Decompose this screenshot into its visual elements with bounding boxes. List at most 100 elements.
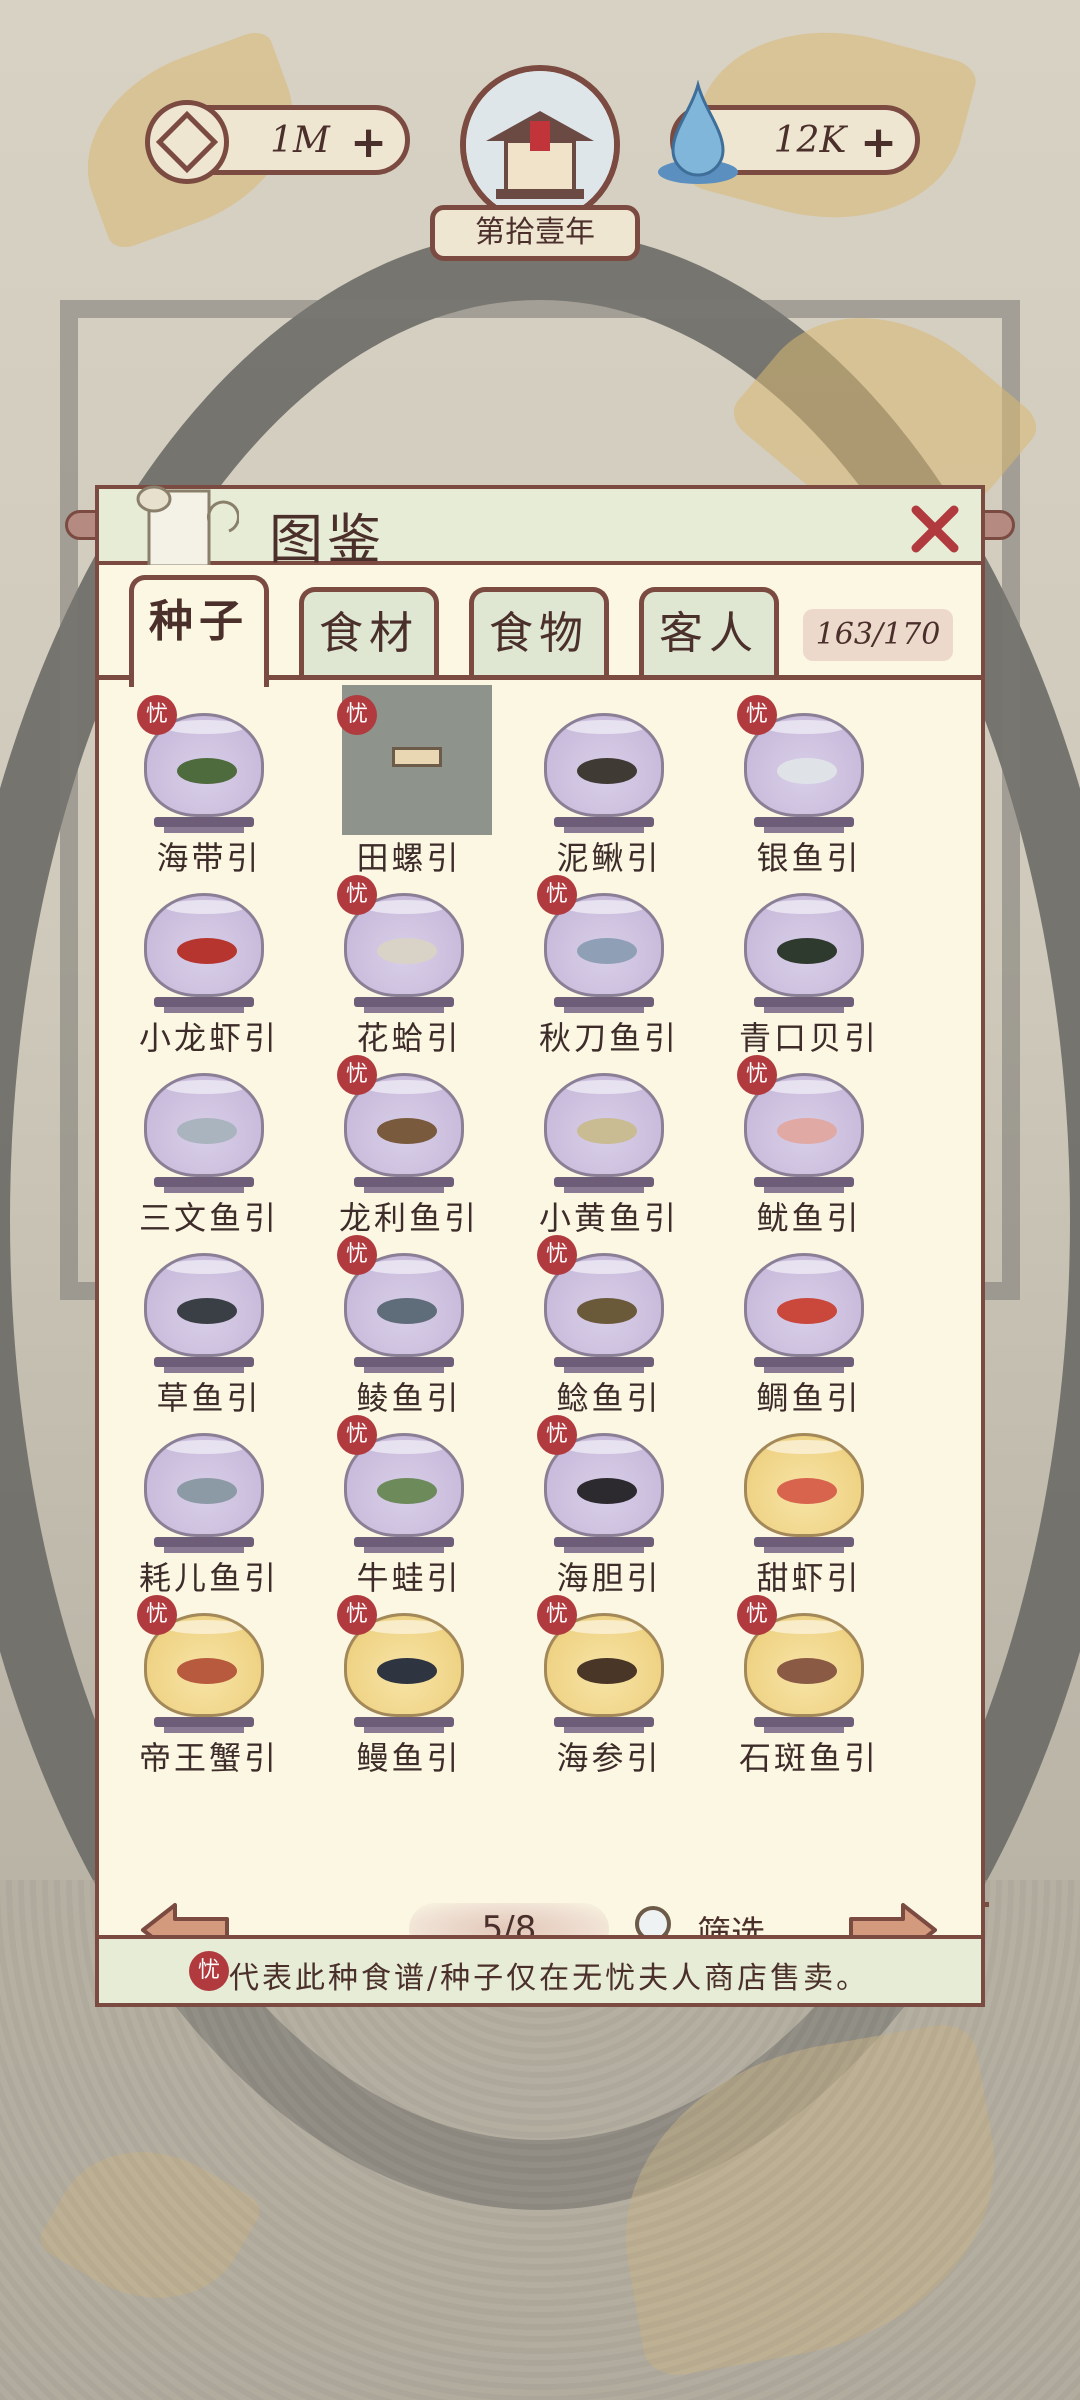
grid-item[interactable]: 三文鱼引 <box>109 1055 309 1237</box>
grid-item[interactable]: 忧田螺引 <box>309 685 509 877</box>
bullfrog-icon <box>377 1478 437 1504</box>
grid-item[interactable]: 甜虾引 <box>709 1415 909 1597</box>
item-label: 鲶鱼引 <box>556 1379 662 1417</box>
item-label: 小龙虾引 <box>138 1019 279 1057</box>
item-label: 泥鳅引 <box>556 839 662 877</box>
exclusive-badge-icon: 忧 <box>537 1415 577 1455</box>
bowl-rim <box>565 900 645 914</box>
grid-item[interactable]: 忧鳗鱼引 <box>309 1595 509 1777</box>
house-icon[interactable] <box>460 65 620 225</box>
bowl-stand <box>554 997 654 1013</box>
fish-bowl <box>144 1433 264 1537</box>
grid-item[interactable]: 小黄鱼引 <box>509 1055 709 1237</box>
bowl-stand <box>154 1177 254 1193</box>
scroll-icon <box>136 485 239 568</box>
kelp-icon <box>177 758 237 784</box>
fish-bowl <box>144 893 264 997</box>
bowl-stand <box>754 1537 854 1553</box>
exclusive-badge-icon: 忧 <box>189 1951 229 1991</box>
grid-item[interactable]: 忧牛蛙引 <box>309 1415 509 1597</box>
bowl-stand <box>154 1717 254 1733</box>
exclusive-badge-icon: 忧 <box>537 875 577 915</box>
bowl-stand <box>154 1357 254 1373</box>
grid-item[interactable]: 耗儿鱼引 <box>109 1415 309 1597</box>
bowl-rim <box>365 1080 445 1094</box>
exclusive-badge-icon: 忧 <box>337 695 377 735</box>
grid-item[interactable]: 小龙虾引 <box>109 875 309 1057</box>
fish-bowl <box>744 1253 864 1357</box>
bowl-rim <box>165 1080 245 1094</box>
tab-food[interactable]: 食物 <box>469 587 609 677</box>
panel-body: 种子 食材 食物 客人 163/170 忧海带引忧田螺引 泥鳅引忧银鱼引 小龙虾引忧… <box>95 565 989 1907</box>
bowl-rim <box>765 1440 845 1454</box>
bowl-rim <box>565 1260 645 1274</box>
item-label: 秋刀鱼引 <box>538 1019 679 1057</box>
grid-item[interactable]: 忧海带引 <box>109 695 309 877</box>
bowl-stand <box>554 1717 654 1733</box>
item-label: 帝王蟹引 <box>138 1739 279 1777</box>
mussel-icon <box>777 938 837 964</box>
bowl-stand <box>754 1357 854 1373</box>
bowl-rim <box>565 1080 645 1094</box>
exclusive-badge-icon: 忧 <box>737 1055 777 1095</box>
close-button[interactable] <box>903 497 967 561</box>
bowl-rim <box>765 1620 845 1634</box>
bowl-stand <box>554 1537 654 1553</box>
bowl-rim <box>165 1260 245 1274</box>
bowl-rim <box>165 1440 245 1454</box>
item-label: 草鱼引 <box>156 1379 262 1417</box>
item-label: 青口贝引 <box>738 1019 879 1057</box>
bowl-stand <box>754 1717 854 1733</box>
clam-icon <box>377 938 437 964</box>
item-label: 小黄鱼引 <box>538 1199 679 1237</box>
grid-item[interactable]: 泥鳅引 <box>509 695 709 877</box>
tab-ingredients[interactable]: 食材 <box>299 587 439 677</box>
grid-item[interactable]: 忧龙利鱼引 <box>309 1055 509 1237</box>
bowl-rim <box>765 1260 845 1274</box>
item-label: 银鱼引 <box>756 839 862 877</box>
tab-guests[interactable]: 客人 <box>639 587 779 677</box>
panel-header: 图鉴 <box>95 485 985 571</box>
item-label: 甜虾引 <box>756 1559 862 1597</box>
loach-icon <box>577 758 637 784</box>
grid-item[interactable]: 鲷鱼引 <box>709 1235 909 1417</box>
fish-bowl <box>144 1253 264 1357</box>
item-label: 耗儿鱼引 <box>138 1559 279 1597</box>
grid-item[interactable]: 忧鲶鱼引 <box>509 1235 709 1417</box>
catfish-icon <box>577 1298 637 1324</box>
tab-seeds[interactable]: 种子 <box>129 575 269 687</box>
shrimp-icon <box>777 1478 837 1504</box>
dish-icon <box>392 747 442 767</box>
filefish-icon <box>177 1478 237 1504</box>
grid-item[interactable]: 忧海参引 <box>509 1595 709 1777</box>
bowl-rim <box>365 1620 445 1634</box>
grid-item[interactable]: 草鱼引 <box>109 1235 309 1417</box>
item-label: 鳗鱼引 <box>356 1739 462 1777</box>
grid-item[interactable]: 忧石斑鱼引 <box>709 1595 909 1777</box>
tip-text: 代表此种食谱/种子仅在无忧夫人商店售卖。 <box>229 1961 870 1996</box>
exclusive-badge-icon: 忧 <box>737 1595 777 1635</box>
bowl-stand <box>754 817 854 833</box>
item-label: 石斑鱼引 <box>738 1739 879 1777</box>
grid-item[interactable]: 忧银鱼引 <box>709 695 909 877</box>
grid-item[interactable]: 忧花蛤引 <box>309 875 509 1057</box>
add-water-button[interactable]: + <box>860 118 897 168</box>
item-label: 三文鱼引 <box>138 1199 279 1237</box>
exclusive-badge-icon: 忧 <box>337 1415 377 1455</box>
grid-item[interactable]: 忧海胆引 <box>509 1415 709 1597</box>
bowl-rim <box>765 720 845 734</box>
grid-item[interactable]: 青口贝引 <box>709 875 909 1057</box>
bowl-rim <box>765 900 845 914</box>
exclusive-badge-icon: 忧 <box>137 1595 177 1635</box>
grid-item[interactable]: 忧鲮鱼引 <box>309 1235 509 1417</box>
coin-amount: 1M <box>270 119 330 161</box>
exclusive-badge-icon: 忧 <box>737 695 777 735</box>
whitebait-icon <box>777 758 837 784</box>
grid-item[interactable]: 忧秋刀鱼引 <box>509 875 709 1057</box>
grid-item[interactable]: 忧鱿鱼引 <box>709 1055 909 1237</box>
add-coins-button[interactable]: + <box>350 118 387 168</box>
fish-bowl <box>144 1073 264 1177</box>
grid-item[interactable]: 忧帝王蟹引 <box>109 1595 309 1777</box>
fish-bowl <box>744 1433 864 1537</box>
bowl-stand <box>354 1357 454 1373</box>
